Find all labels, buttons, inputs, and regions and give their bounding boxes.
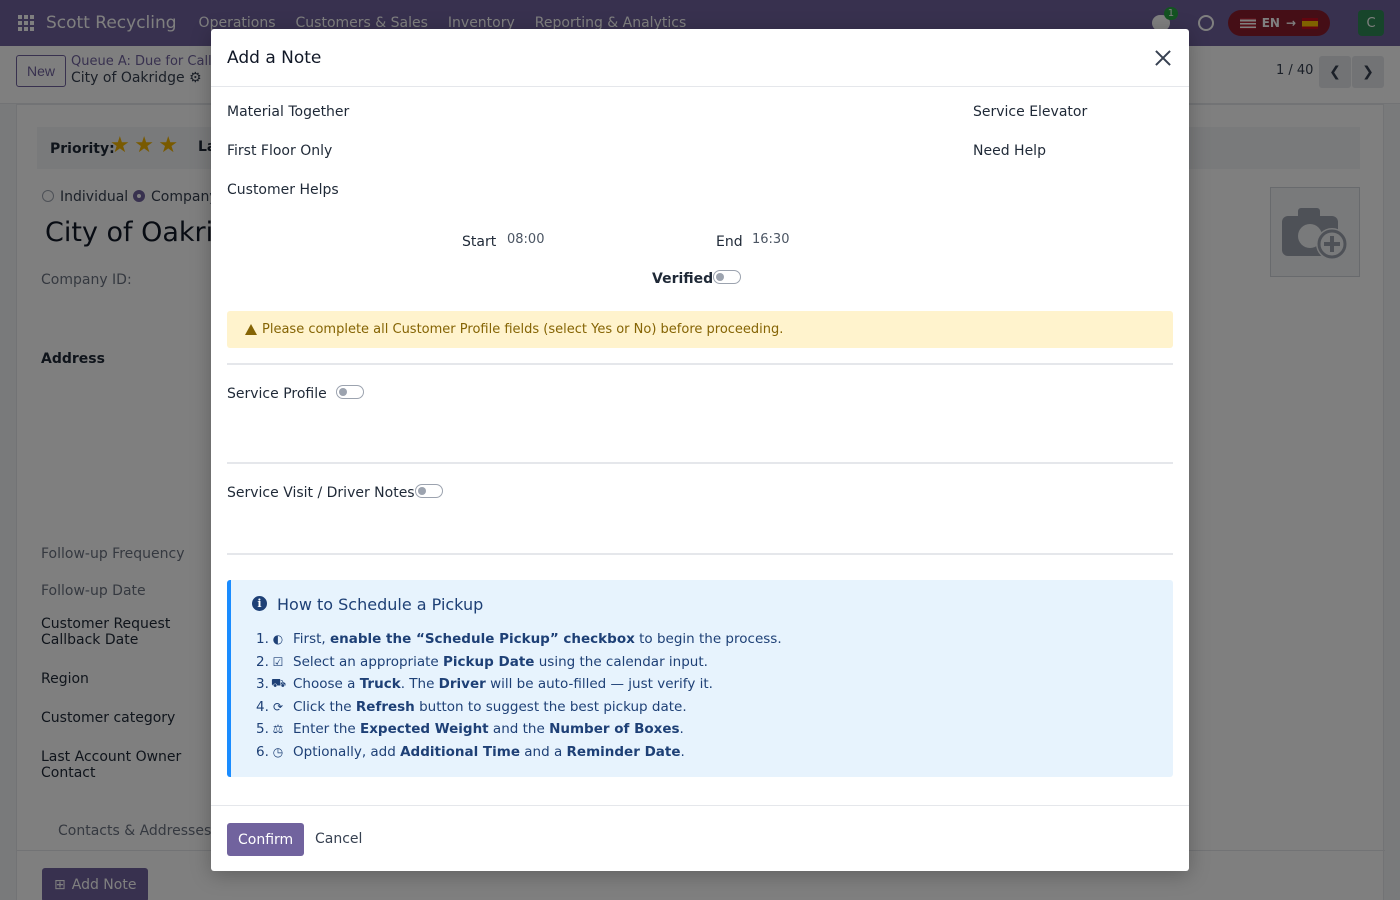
step-emphasis: Reminder Date (566, 743, 681, 760)
divider (227, 553, 1173, 555)
add-note-dialog: Add a Note Material Together Service Ele… (211, 29, 1189, 871)
modal-title: Add a Note (227, 48, 322, 68)
step-text: First, (293, 631, 330, 648)
step-emphasis: Expected Weight (359, 721, 489, 738)
instruction-steps: 1. ◐ First, enable the “Schedule Pickup” c… (256, 628, 782, 763)
warning-alert: Please complete all Customer Profile fie… (227, 311, 1173, 348)
step-emphasis: Truck (359, 676, 401, 693)
step-text: to begin the process. (634, 631, 782, 648)
warning-text: Please complete all Customer Profile fie… (262, 322, 784, 337)
step-text: Optionally, add (293, 743, 401, 760)
divider (227, 363, 1173, 365)
instruction-step: 1. ◐ First, enable the “Schedule Pickup” c… (256, 628, 782, 651)
clock-icon: ◷ (272, 744, 284, 759)
end-time-input[interactable]: 16:30 (752, 232, 789, 247)
start-time-input[interactable]: 08:00 (507, 232, 544, 247)
verified-toggle[interactable] (713, 270, 741, 284)
step-number: 4. (256, 698, 269, 715)
truck-icon: ⛟ (271, 676, 287, 691)
service-profile-toggle[interactable] (336, 385, 364, 399)
instruction-step: 5. ⚖ Enter the Expected Weight and the Num… (256, 718, 782, 741)
step-emphasis: Additional Time (400, 743, 520, 760)
instruction-step: 6. ◷ Optionally, add Additional Time and a… (256, 741, 782, 764)
step-text: will be auto-filled — just verify it. (485, 676, 713, 693)
step-text: using the calendar input. (534, 653, 708, 670)
step-text: and a (519, 743, 567, 760)
step-number: 6. (256, 743, 269, 760)
step-text: Click the (293, 698, 356, 715)
confirm-button[interactable]: Confirm (227, 823, 305, 856)
step-text: . (680, 743, 685, 760)
service-visit-label: Service Visit / Driver Notes (227, 485, 415, 501)
service-visit-toggle[interactable] (415, 484, 443, 498)
customer-helps-label[interactable]: Customer Helps (227, 182, 339, 198)
first-floor-only-label[interactable]: First Floor Only (227, 143, 332, 159)
divider (227, 462, 1173, 464)
toggle-icon: ◐ (272, 632, 284, 647)
info-circle-icon: i (252, 596, 267, 611)
need-help-label[interactable]: Need Help (973, 143, 1046, 159)
step-text: Enter the (293, 721, 360, 738)
step-text: and the (488, 721, 550, 738)
instruction-step: 2. ☑ Select an appropriate Pickup Date usi… (256, 651, 782, 674)
step-emphasis: Pickup Date (443, 653, 535, 670)
service-elevator-label[interactable]: Service Elevator (973, 104, 1087, 120)
step-text: . (679, 721, 684, 738)
close-icon[interactable] (1154, 49, 1172, 67)
start-label: Start (462, 234, 497, 250)
scale-icon: ⚖ (272, 722, 284, 737)
modal-header: Add a Note (211, 29, 1189, 87)
step-emphasis: Driver (438, 676, 486, 693)
pickup-instructions: i How to Schedule a Pickup 1. ◐ First, ena… (227, 580, 1173, 777)
warning-triangle-icon (245, 324, 257, 335)
calendar-check-icon: ☑ (272, 654, 284, 669)
step-emphasis: Number of Boxes (549, 721, 680, 738)
step-text: button to suggest the best pickup date. (414, 698, 687, 715)
modal-footer: Confirm Cancel (211, 805, 1189, 871)
end-label: End (716, 234, 743, 250)
step-number: 1. (256, 631, 269, 648)
step-number: 3. (256, 676, 269, 693)
step-text: . The (400, 676, 439, 693)
instruction-step: 4. ⟳ Click the Refresh button to suggest t… (256, 696, 782, 719)
cancel-button[interactable]: Cancel (315, 831, 362, 847)
step-emphasis: enable the “Schedule Pickup” checkbox (330, 631, 635, 648)
step-number: 2. (256, 653, 269, 670)
step-emphasis: Refresh (355, 698, 415, 715)
material-together-label[interactable]: Material Together (227, 104, 349, 120)
step-text: Select an appropriate (293, 653, 444, 670)
step-number: 5. (256, 721, 269, 738)
refresh-icon: ⟳ (272, 699, 284, 714)
service-profile-label: Service Profile (227, 386, 327, 402)
instructions-title: How to Schedule a Pickup (277, 595, 484, 614)
instruction-step: 3. ⛟ Choose a Truck. The Driver will be au… (256, 673, 782, 696)
step-text: Choose a (293, 676, 360, 693)
verified-label: Verified (652, 271, 714, 287)
